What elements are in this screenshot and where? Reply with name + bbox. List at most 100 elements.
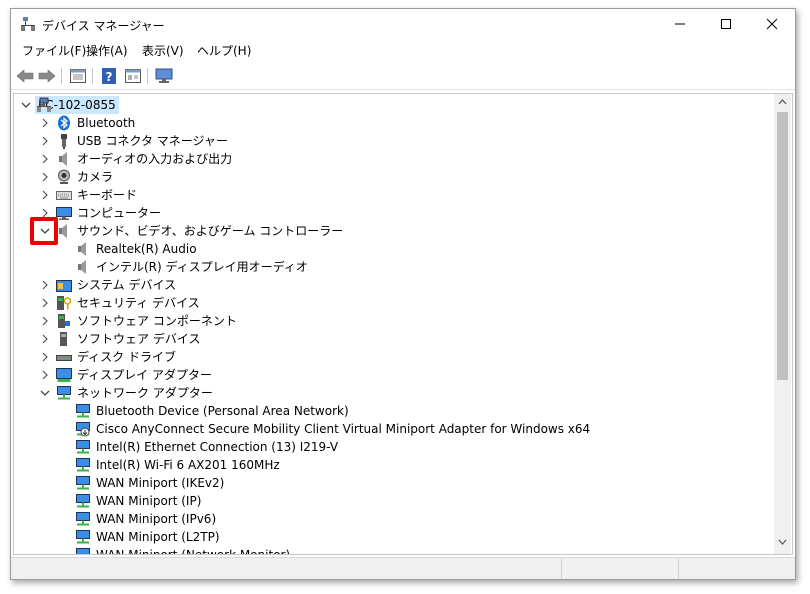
chevron-down-icon[interactable] [20, 99, 32, 111]
chevron-right-icon[interactable] [39, 117, 51, 129]
view-button[interactable] [123, 67, 143, 85]
node-label: インテル(R) ディスプレイ用オーディオ [96, 260, 308, 274]
close-icon [766, 18, 778, 30]
menu-bar: ファイル(F) 操作(A) 表示(V) ヘルプ(H) [11, 39, 795, 61]
scrollbar-thumb[interactable] [777, 112, 788, 380]
device-tree[interactable]: PC-102-0855 Bluetooth USB コネクタ マネージャー オー… [13, 93, 793, 555]
display-adapter-icon [56, 368, 72, 382]
tree-node-camera[interactable]: カメラ [14, 168, 754, 186]
maximize-button[interactable] [703, 9, 749, 39]
node-label: Intel(R) Ethernet Connection (13) I219-V [96, 440, 339, 454]
node-label: WAN Miniport (IKEv2) [96, 476, 225, 490]
device-manager-icon [21, 17, 35, 31]
tree-node-keyboard[interactable]: キーボード [14, 186, 754, 204]
tree-child-network-adapter[interactable]: Intel(R) Wi-Fi 6 AX201 160MHz [14, 456, 754, 474]
tree-node-security-devices[interactable]: セキュリティ デバイス [14, 294, 754, 312]
tree-node-software-devices[interactable]: ソフトウェア デバイス [14, 330, 754, 348]
node-label: USB コネクタ マネージャー [77, 134, 228, 148]
properties-button[interactable] [68, 67, 88, 85]
speaker-icon [59, 224, 67, 238]
node-label: カメラ [77, 170, 114, 184]
device-manager-window: デバイス マネージャー ファイル(F) 操作(A) 表示(V) ヘルプ(H) ?… [10, 8, 796, 580]
node-label: Bluetooth Device (Personal Area Network) [96, 404, 349, 418]
network-adapter-warning-icon [76, 422, 90, 437]
tree-node-usb-connector[interactable]: USB コネクタ マネージャー [14, 132, 754, 150]
tree-child-realtek-audio[interactable]: Realtek(R) Audio [14, 240, 754, 258]
node-label: ディスク ドライブ [77, 350, 176, 364]
tree-child-network-adapter[interactable]: WAN Miniport (Network Monitor) [14, 546, 754, 555]
network-adapter-icon [76, 440, 90, 454]
chevron-right-icon[interactable] [39, 171, 51, 183]
network-adapter-icon [76, 548, 90, 554]
back-button[interactable] [15, 67, 35, 85]
close-button[interactable] [749, 9, 795, 39]
menu-help[interactable]: ヘルプ(H) [197, 42, 251, 59]
scan-hardware-button[interactable] [154, 67, 174, 85]
network-adapter-icon [76, 476, 90, 490]
tree-child-intel-display-audio[interactable]: インテル(R) ディスプレイ用オーディオ [14, 258, 754, 276]
tree-child-network-adapter[interactable]: WAN Miniport (IP) [14, 492, 754, 510]
help-button[interactable]: ? [99, 67, 119, 85]
chevron-right-icon[interactable] [39, 315, 51, 327]
computer-icon [56, 207, 72, 220]
menu-file[interactable]: ファイル(F) [22, 42, 86, 59]
vertical-scrollbar[interactable] [774, 94, 791, 554]
tree-child-network-adapter[interactable]: WAN Miniport (IKEv2) [14, 474, 754, 492]
status-pane-secondary [562, 558, 679, 579]
network-adapter-icon [76, 458, 90, 472]
menu-action[interactable]: 操作(A) [86, 42, 128, 59]
forward-button[interactable] [37, 67, 57, 85]
view-icon [125, 69, 141, 83]
chevron-right-icon[interactable] [39, 153, 51, 165]
properties-icon [70, 69, 86, 83]
scroll-up-icon[interactable] [778, 99, 787, 105]
camera-icon [58, 169, 70, 184]
tree-node-display-adapters[interactable]: ディスプレイ アダプター [14, 366, 754, 384]
minimize-button[interactable] [657, 9, 703, 39]
node-label: Intel(R) Wi-Fi 6 AX201 160MHz [96, 458, 280, 472]
node-label: WAN Miniport (IP) [96, 494, 202, 508]
title-bar[interactable]: デバイス マネージャー [11, 9, 795, 39]
tree-node-network-adapters[interactable]: ネットワーク アダプター [14, 384, 754, 402]
tree-node-software-components[interactable]: ソフトウェア コンポーネント [14, 312, 754, 330]
software-component-icon [58, 314, 70, 328]
chevron-right-icon[interactable] [39, 297, 51, 309]
network-adapter-icon [76, 512, 90, 526]
status-bar [11, 557, 795, 579]
usb-connector-icon [61, 134, 67, 149]
node-label: Cisco AnyConnect Secure Mobility Client … [96, 422, 591, 436]
node-label: セキュリティ デバイス [77, 296, 200, 310]
chevron-right-icon[interactable] [39, 279, 51, 291]
disk-drive-icon [56, 355, 72, 361]
security-device-icon [57, 296, 72, 310]
toolbar: ? [11, 63, 795, 90]
chevron-right-icon[interactable] [39, 189, 51, 201]
chevron-right-icon[interactable] [39, 135, 51, 147]
toolbar-separator [147, 68, 148, 84]
toolbar-separator [92, 68, 93, 84]
pc-icon [37, 97, 51, 112]
tree-child-network-adapter[interactable]: Cisco AnyConnect Secure Mobility Client … [14, 420, 754, 438]
tree-root[interactable]: PC-102-0855 [14, 96, 754, 114]
tree-node-sound-video-game[interactable]: サウンド、ビデオ、およびゲーム コントローラー [14, 222, 754, 240]
chevron-right-icon[interactable] [39, 369, 51, 381]
tree-node-audio-io[interactable]: オーディオの入力および出力 [14, 150, 754, 168]
chevron-down-icon[interactable] [39, 387, 51, 399]
tree-child-network-adapter[interactable]: WAN Miniport (IPv6) [14, 510, 754, 528]
node-label: WAN Miniport (Network Monitor) [96, 548, 291, 555]
tree-child-network-adapter[interactable]: WAN Miniport (L2TP) [14, 528, 754, 546]
tree-node-bluetooth[interactable]: Bluetooth [14, 114, 754, 132]
tree-node-disk-drives[interactable]: ディスク ドライブ [14, 348, 754, 366]
chevron-right-icon[interactable] [39, 351, 51, 363]
tree-node-system-devices[interactable]: システム デバイス [14, 276, 754, 294]
tree-child-network-adapter[interactable]: Intel(R) Ethernet Connection (13) I219-V [14, 438, 754, 456]
scroll-down-icon[interactable] [778, 539, 787, 545]
chevron-right-icon[interactable] [39, 333, 51, 345]
speaker-icon [59, 152, 67, 166]
menu-view[interactable]: 表示(V) [142, 42, 184, 59]
tree-node-computer[interactable]: コンピューター [14, 204, 754, 222]
window-title: デバイス マネージャー [42, 19, 165, 33]
software-device-icon [60, 332, 67, 346]
node-label: WAN Miniport (L2TP) [96, 530, 220, 544]
tree-child-network-adapter[interactable]: Bluetooth Device (Personal Area Network) [14, 402, 754, 420]
